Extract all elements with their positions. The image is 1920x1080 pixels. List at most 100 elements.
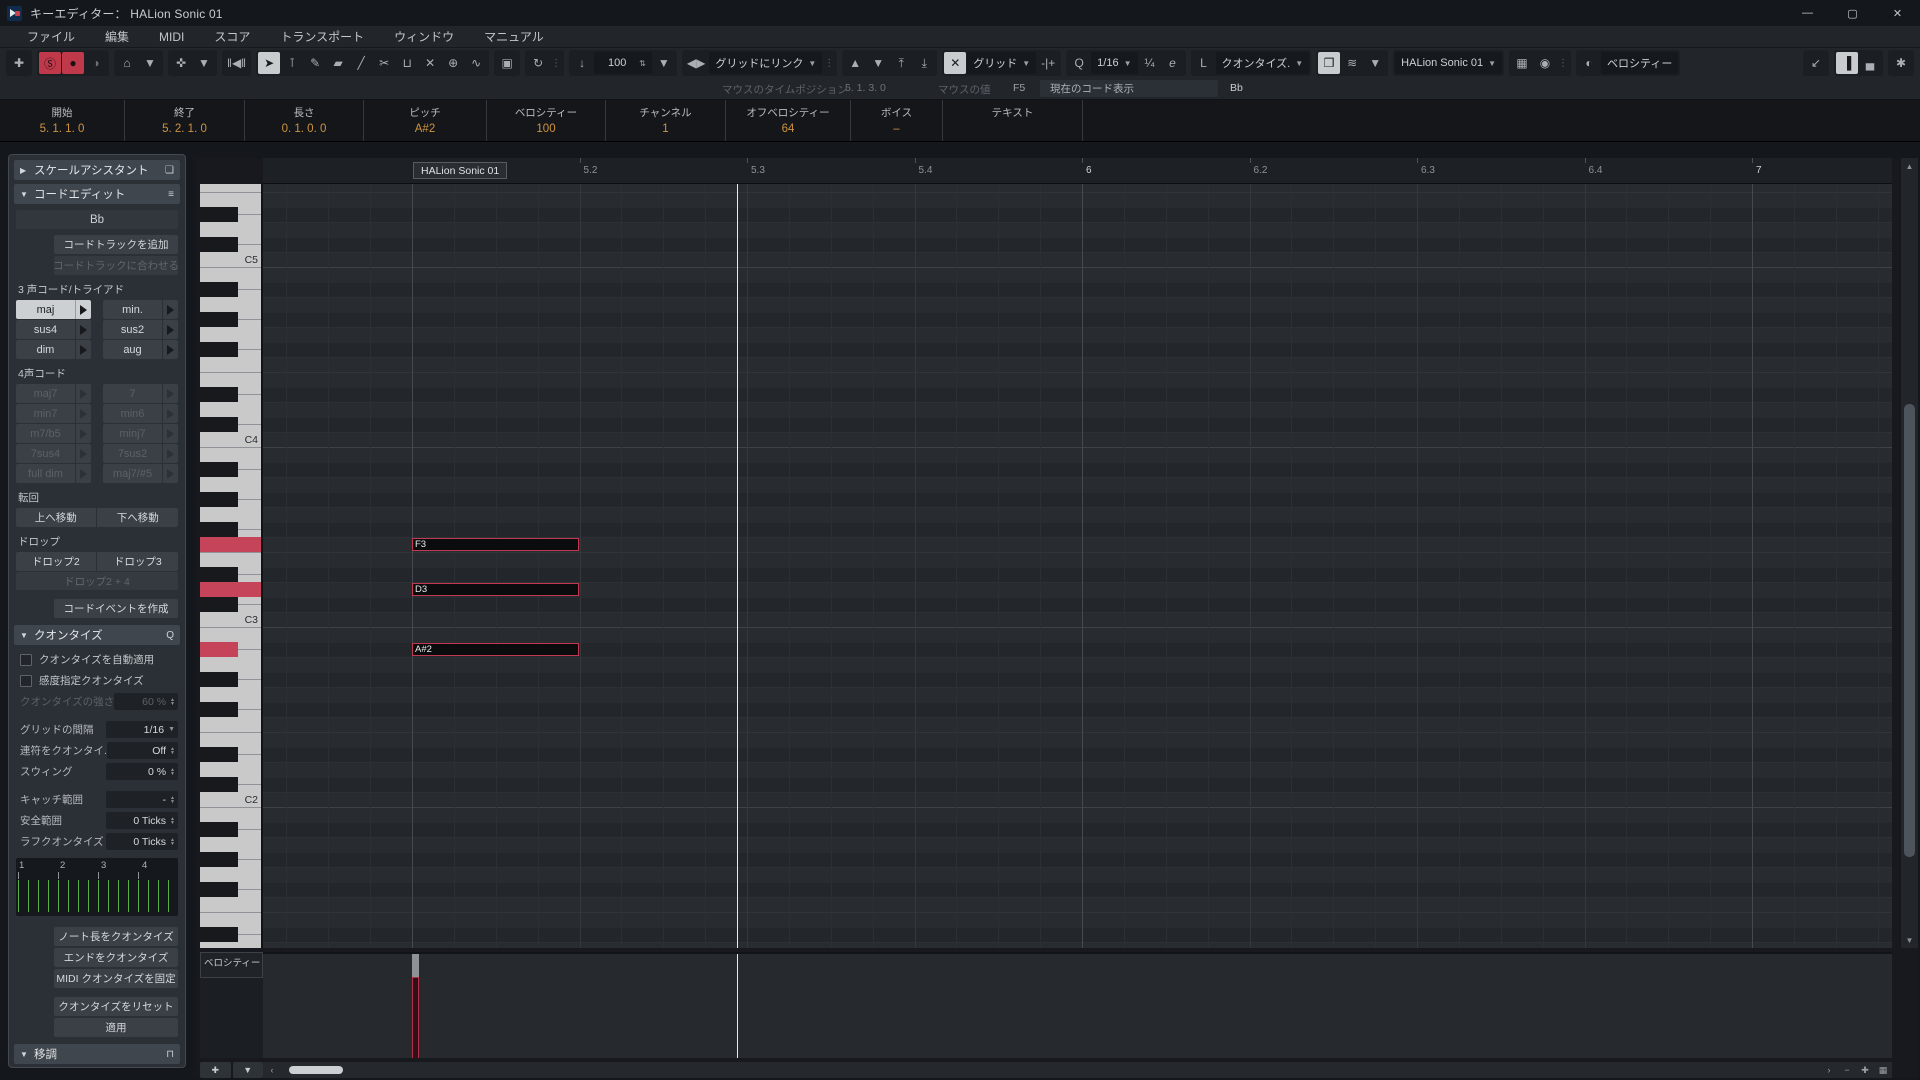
snap-type-dropdown[interactable]: グリッド▼ [967,52,1036,74]
spinner-icon[interactable]: ▲▼ [170,838,175,846]
piano-key-G#1[interactable] [200,852,238,867]
trim-tool[interactable]: ⊺ [281,52,303,74]
chord-apply-arrow[interactable] [162,320,178,339]
piano-key-D#3[interactable] [200,567,238,582]
chord-type-sus2[interactable]: sus2 [103,320,178,339]
piano-key-C#4[interactable] [200,417,238,432]
setting-value-field[interactable]: 0 Ticks▲▼ [106,833,178,850]
chord-type-min6[interactable]: min6 [103,404,178,423]
midi-note-A#2[interactable]: A#2 [412,643,579,656]
button-ノート長をクオンタイズ[interactable]: ノート長をクオンタイズ [54,927,178,946]
chord-type-sus4[interactable]: sus4 [16,320,91,339]
piano-key-F#1[interactable] [200,882,238,897]
move-up-more-button[interactable]: ⤒ [890,52,912,74]
menu-マニュアル[interactable]: マニュアル [469,26,559,47]
info-field-ベロシティー[interactable]: ベロシティー100 [487,100,606,141]
midi-note-D3[interactable]: D3 [412,583,579,596]
part-editing-options-dropdown[interactable]: ▼ [193,52,215,74]
spinner-icon[interactable]: ▲▼ [170,698,175,706]
section-quantize[interactable]: ▼ クオンタイズ Q [14,625,180,645]
scroll-down-arrow[interactable]: ▼ [1901,932,1918,948]
maximize-button[interactable]: ▢ [1830,0,1875,26]
controller-lane-setup-dropdown[interactable]: ▼ [233,1062,264,1078]
feedback-volume-button[interactable]: ‖◀‖ [224,52,249,74]
section-transpose[interactable]: ▼ 移調 ⊓ [14,1044,180,1064]
chord-apply-arrow[interactable] [75,404,91,423]
section-scale-assistant[interactable]: ▶ スケールアシスタント ❏ [14,160,180,180]
chord-apply-arrow[interactable] [162,464,178,483]
section-chord-edit[interactable]: ▼ コードエディット ≡ [14,184,180,204]
timeline-ruler[interactable]: HALion Sonic 01 5.25.35.466.26.36.47 [263,158,1892,184]
piano-key-G#3[interactable] [200,492,238,507]
piano-keyboard[interactable]: C5C4C3C2 [200,184,263,948]
info-field-オフベロシティー[interactable]: オフベロシティー64 [726,100,851,141]
show-part-borders-button[interactable]: ❒ [1318,52,1340,74]
chord-type-dim[interactable]: dim [16,340,91,359]
chord-apply-arrow[interactable] [75,320,91,339]
loop-options-dots[interactable]: ⋮ [550,58,562,69]
nudge-value[interactable]: 100 [600,57,634,69]
move-down-inversion-button[interactable]: 下へ移動 [98,508,179,527]
highlighted-key-D3[interactable] [200,582,263,597]
piano-key-F#2[interactable] [200,702,238,717]
chord-type-7sus2[interactable]: 7sus2 [103,444,178,463]
chord-apply-arrow[interactable] [162,300,178,319]
menu-ファイル[interactable]: ファイル [12,26,90,47]
chord-type-full dim[interactable]: full dim [16,464,91,483]
input-options-dots[interactable]: ⋮ [1557,58,1569,69]
spinner-icon[interactable]: ▲▼ [170,768,175,776]
close-button[interactable]: ✕ [1875,0,1920,26]
piano-key-C#2[interactable] [200,777,238,792]
chord-apply-arrow[interactable] [162,384,178,403]
vertical-scrollbar[interactable]: ▲ ▼ [1900,158,1918,948]
dropdown-caret-icon[interactable]: ▼ [168,726,175,733]
step-input-button[interactable]: ▦ [1511,52,1533,74]
chord-type-maj7[interactable]: maj7 [16,384,91,403]
event-colors-dropdown[interactable]: ベロシティー [1601,52,1678,74]
info-field-開始[interactable]: 開始5. 1. 1. 0 [0,100,125,141]
draw-tool[interactable]: ✎ [304,52,326,74]
spinner-icon[interactable]: ▲▼ [170,747,175,755]
erase-tool[interactable]: ▰ [327,52,349,74]
velocity-bar[interactable] [412,977,419,1058]
info-field-テキスト[interactable]: テキスト [943,100,1083,141]
info-field-ボイス[interactable]: ボイス– [851,100,943,141]
chord-type-maj7/#5[interactable]: maj7/#5 [103,464,178,483]
button-MIDI クオンタイズを固定[interactable]: MIDI クオンタイズを固定 [54,969,178,988]
button-クオンタイズをリセット[interactable]: クオンタイズをリセット [54,997,178,1016]
nudge-down-button[interactable]: ↓ [571,52,593,74]
midi-input-button[interactable]: ◉ [1534,52,1556,74]
piano-key-D#2[interactable] [200,747,238,762]
info-field-チャンネル[interactable]: チャンネル1 [606,100,726,141]
grid-link-dots[interactable]: ⋮ [823,58,835,69]
velocity-bar-cap[interactable] [412,954,419,977]
chord-apply-arrow[interactable] [162,340,178,359]
chord-type-maj[interactable]: maj [16,300,91,319]
loop-button[interactable]: ↻ [527,52,549,74]
midi-note-F3[interactable]: F3 [412,538,579,551]
piano-key-D#4[interactable] [200,387,238,402]
edit-active-part-button[interactable]: ≋ [1341,52,1363,74]
match-chord-track-button[interactable]: コードトラックに合わせる [54,256,178,275]
chord-type-min7[interactable]: min7 [16,404,91,423]
move-up-inversion-button[interactable]: 上へ移動 [16,508,97,527]
zoom-tool[interactable]: ⊕ [442,52,464,74]
add-controller-lane-button[interactable]: ✚ [200,1062,231,1078]
menu-ウィンドウ[interactable]: ウィンドウ [379,26,469,47]
piano-key-A#1[interactable] [200,822,238,837]
snap-grid-relative-button[interactable]: -|+ [1037,52,1059,74]
spinner-icon[interactable]: ▲▼ [170,796,175,804]
line-tool[interactable]: ╱ [350,52,372,74]
chord-apply-arrow[interactable] [162,444,178,463]
glue-tool[interactable]: ⊔ [396,52,418,74]
setting-value-field[interactable]: 0 %▲▼ [106,763,178,780]
info-field-終了[interactable]: 終了5. 2. 1. 0 [125,100,245,141]
minimize-button[interactable]: — [1785,0,1830,26]
part-name-tab[interactable]: HALion Sonic 01 [413,162,507,179]
quantize-panel-button[interactable]: e [1162,52,1184,74]
chord-type-7sus4[interactable]: 7sus4 [16,444,91,463]
zoom-in-button[interactable]: ✚ [1856,1062,1874,1078]
piano-key-F#3[interactable] [200,522,238,537]
button-エンドをクオンタイズ[interactable]: エンドをクオンタイズ [54,948,178,967]
chord-apply-arrow[interactable] [162,404,178,423]
